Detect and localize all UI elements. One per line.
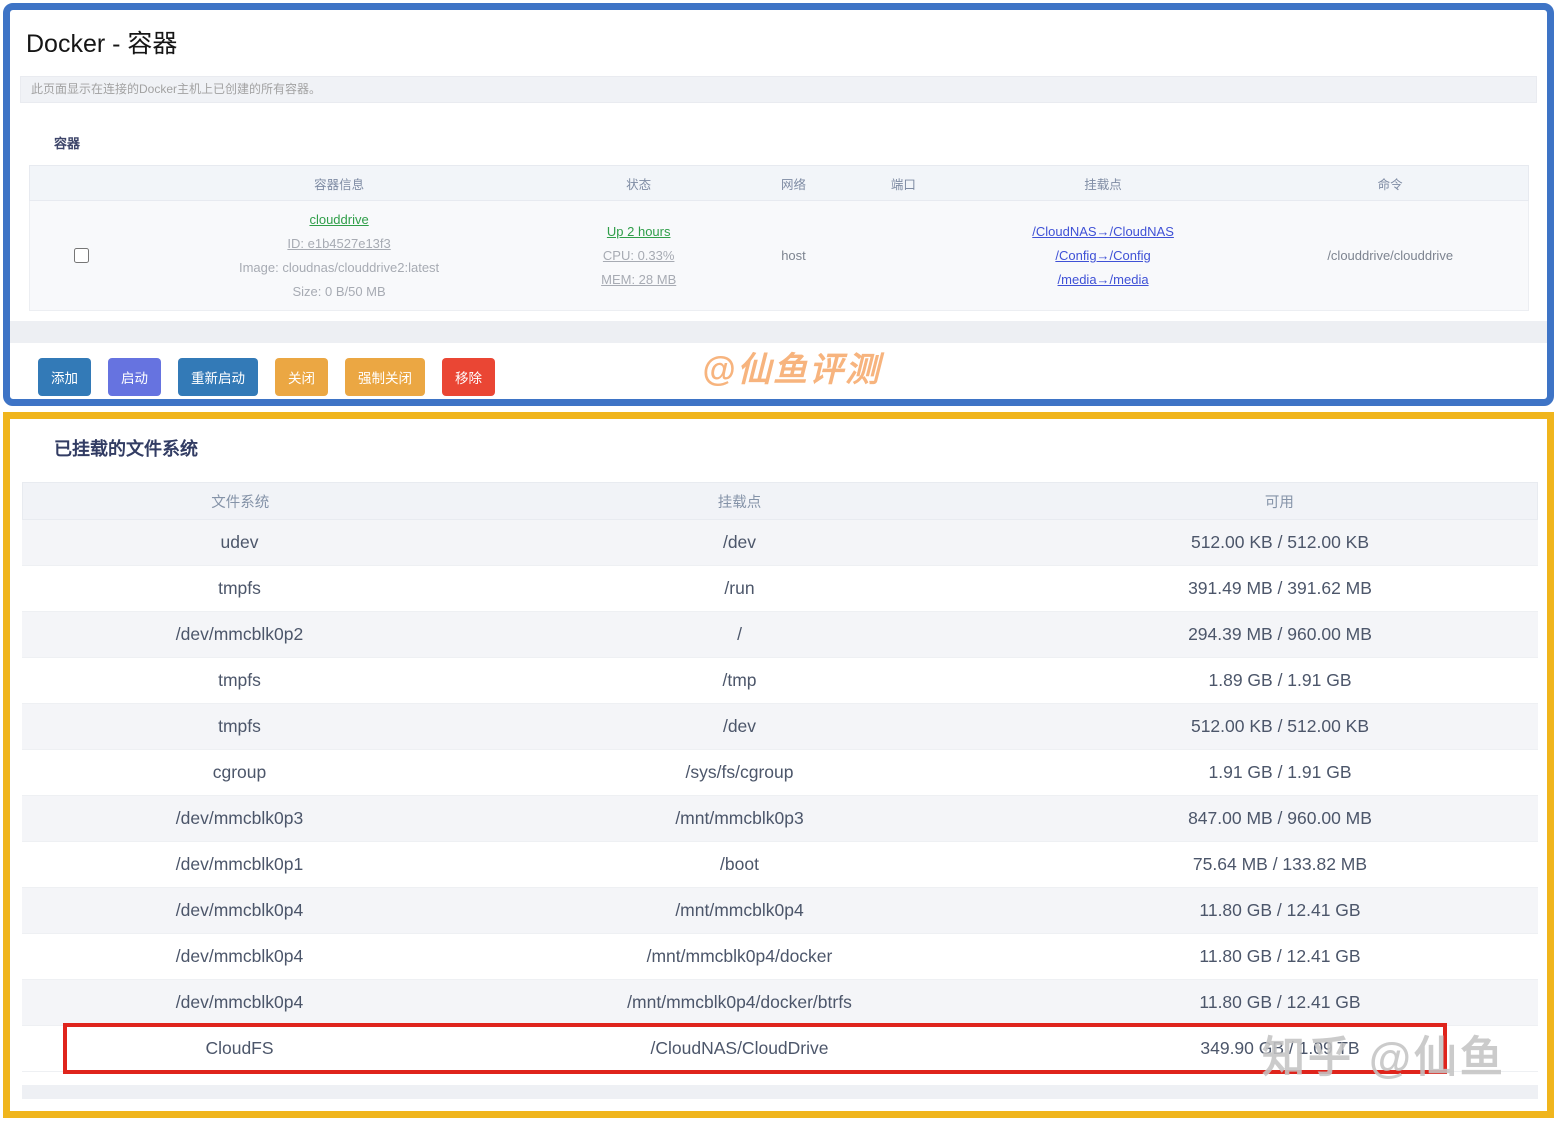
fs-cell: /dev/mmcblk0p1 (22, 854, 457, 875)
fs-row-mmcblk0p3: /dev/mmcblk0p3 /mnt/mmcblk0p3 847.00 MB … (22, 796, 1538, 842)
container-mounts-cell: /CloudNAS→/CloudNAS /Config→/Config /med… (953, 224, 1253, 287)
container-image: Image: cloudnas/clouddrive2:latest (239, 260, 439, 275)
fs-cell: /dev/mmcblk0p4 (22, 946, 457, 967)
add-button[interactable]: 添加 (38, 358, 91, 396)
header-status: 状态 (544, 174, 734, 193)
container-name-link[interactable]: clouddrive (309, 212, 368, 227)
reviewer-watermark: @仙鱼评测 (702, 342, 881, 391)
containers-table: 容器信息 状态 网络 端口 挂载点 命令 clouddrive ID: e1b4… (29, 165, 1529, 311)
fs-cell: tmpfs (22, 670, 457, 691)
fs-cell: /mnt/mmcblk0p3 (457, 808, 1022, 829)
fs-row-mmcblk0p4: /dev/mmcblk0p4 /mnt/mmcblk0p4 11.80 GB /… (22, 888, 1538, 934)
fs-row-mmcblk0p1: /dev/mmcblk0p1 /boot 75.64 MB / 133.82 M… (22, 842, 1538, 888)
fs-cell: tmpfs (22, 578, 457, 599)
header-container-info: 容器信息 (134, 174, 543, 193)
fs-cell: 1.91 GB / 1.91 GB (1022, 762, 1538, 783)
container-uptime-link[interactable]: Up 2 hours (607, 224, 671, 239)
fs-row-tmpfs-run: tmpfs /run 391.49 MB / 391.62 MB (22, 566, 1538, 612)
mount-link-cloudnas[interactable]: /CloudNAS→/CloudNAS (1032, 224, 1174, 239)
fs-cell: 294.39 MB / 960.00 MB (1022, 624, 1538, 645)
containers-table-header: 容器信息 状态 网络 端口 挂载点 命令 (29, 165, 1529, 201)
fs-row-cgroup: cgroup /sys/fs/cgroup 1.91 GB / 1.91 GB (22, 750, 1538, 796)
page-description: 此页面显示在连接的Docker主机上已创建的所有容器。 (20, 76, 1537, 103)
fs-cell: CloudFS (22, 1038, 457, 1059)
mount-link-config[interactable]: /Config→/Config (1055, 248, 1150, 263)
fs-cell: udev (22, 532, 457, 553)
fs-cell: /boot (457, 854, 1022, 875)
header-network: 网络 (734, 174, 854, 193)
restart-button[interactable]: 重新启动 (178, 358, 258, 396)
fs-cell: 11.80 GB / 12.41 GB (1022, 992, 1538, 1013)
header-filesystem: 文件系统 (23, 491, 457, 512)
fs-cell: /dev/mmcblk0p2 (22, 624, 457, 645)
container-size: Size: 0 B/50 MB (292, 284, 385, 299)
container-select-checkbox[interactable] (74, 248, 89, 263)
fs-cell: /mnt/mmcblk0p4 (457, 900, 1022, 921)
header-ports: 端口 (853, 174, 953, 193)
filesystems-title: 已挂载的文件系统 (10, 419, 1547, 461)
fs-cell: 1.89 GB / 1.91 GB (1022, 670, 1538, 691)
fs-cell: /dev/mmcblk0p4 (22, 900, 457, 921)
containers-section-label: 容器 (54, 133, 1547, 152)
container-mem-link[interactable]: MEM: 28 MB (601, 272, 676, 287)
fs-cell: /tmp (457, 670, 1022, 691)
start-button[interactable]: 启动 (108, 358, 161, 396)
fs-cell: 391.49 MB / 391.62 MB (1022, 578, 1538, 599)
force-stop-button[interactable]: 强制关闭 (345, 358, 425, 396)
panel-divider-band (10, 321, 1547, 343)
fs-cell: 847.00 MB / 960.00 MB (1022, 808, 1538, 829)
zhihu-watermark: 知乎 @仙鱼 (1262, 1023, 1506, 1085)
fs-cell: 75.64 MB / 133.82 MB (1022, 854, 1538, 875)
fs-row-udev: udev /dev 512.00 KB / 512.00 KB (22, 520, 1538, 566)
fs-cell: /dev (457, 532, 1022, 553)
fs-cell: /mnt/mmcblk0p4/docker (457, 946, 1022, 967)
container-status-cell: Up 2 hours CPU: 0.33% MEM: 28 MB (544, 224, 734, 287)
footer-band (22, 1085, 1538, 1099)
page-title: Docker - 容器 (10, 10, 1547, 70)
container-id-link[interactable]: ID: e1b4527e13f3 (287, 236, 390, 251)
fs-cell: /dev/mmcblk0p4 (22, 992, 457, 1013)
fs-cell: /sys/fs/cgroup (457, 762, 1022, 783)
container-info-cell: clouddrive ID: e1b4527e13f3 Image: cloud… (134, 212, 543, 299)
fs-row-tmpfs-tmp: tmpfs /tmp 1.89 GB / 1.91 GB (22, 658, 1538, 704)
filesystems-table: 文件系统 挂载点 可用 udev /dev 512.00 KB / 512.00… (22, 482, 1538, 1072)
fs-row-mmcblk0p2: /dev/mmcblk0p2 / 294.39 MB / 960.00 MB (22, 612, 1538, 658)
stop-button[interactable]: 关闭 (275, 358, 328, 396)
fs-cell: 11.80 GB / 12.41 GB (1022, 900, 1538, 921)
fs-cell: 512.00 KB / 512.00 KB (1022, 716, 1538, 737)
fs-cell: /dev (457, 716, 1022, 737)
fs-row-mmcblk0p4-btrfs: /dev/mmcblk0p4 /mnt/mmcblk0p4/docker/btr… (22, 980, 1538, 1026)
remove-button[interactable]: 移除 (442, 358, 495, 396)
filesystems-table-header: 文件系统 挂载点 可用 (22, 482, 1538, 520)
container-cpu-link[interactable]: CPU: 0.33% (603, 248, 675, 263)
header-mounts: 挂载点 (953, 174, 1253, 193)
fs-cell: 512.00 KB / 512.00 KB (1022, 532, 1538, 553)
fs-cell: tmpfs (22, 716, 457, 737)
header-available: 可用 (1022, 491, 1537, 512)
container-command: /clouddrive/clouddrive (1327, 248, 1453, 263)
header-command: 命令 (1253, 174, 1528, 193)
fs-cell: cgroup (22, 762, 457, 783)
fs-cell: /mnt/mmcblk0p4/docker/btrfs (457, 992, 1022, 1013)
mounted-filesystems-panel: 已挂载的文件系统 文件系统 挂载点 可用 udev /dev 512.00 KB… (3, 412, 1554, 1118)
fs-cell: /run (457, 578, 1022, 599)
mount-link-media[interactable]: /media→/media (1058, 272, 1149, 287)
header-mountpoint: 挂载点 (457, 491, 1021, 512)
fs-row-tmpfs-dev: tmpfs /dev 512.00 KB / 512.00 KB (22, 704, 1538, 750)
docker-containers-panel: Docker - 容器 此页面显示在连接的Docker主机上已创建的所有容器。 … (3, 3, 1554, 406)
container-row: clouddrive ID: e1b4527e13f3 Image: cloud… (29, 201, 1529, 311)
fs-cell: 11.80 GB / 12.41 GB (1022, 946, 1538, 967)
fs-cell: / (457, 624, 1022, 645)
fs-row-mmcblk0p4-docker: /dev/mmcblk0p4 /mnt/mmcblk0p4/docker 11.… (22, 934, 1538, 980)
fs-cell: /dev/mmcblk0p3 (22, 808, 457, 829)
fs-cell: /CloudNAS/CloudDrive (457, 1038, 1022, 1059)
container-network: host (781, 248, 806, 263)
